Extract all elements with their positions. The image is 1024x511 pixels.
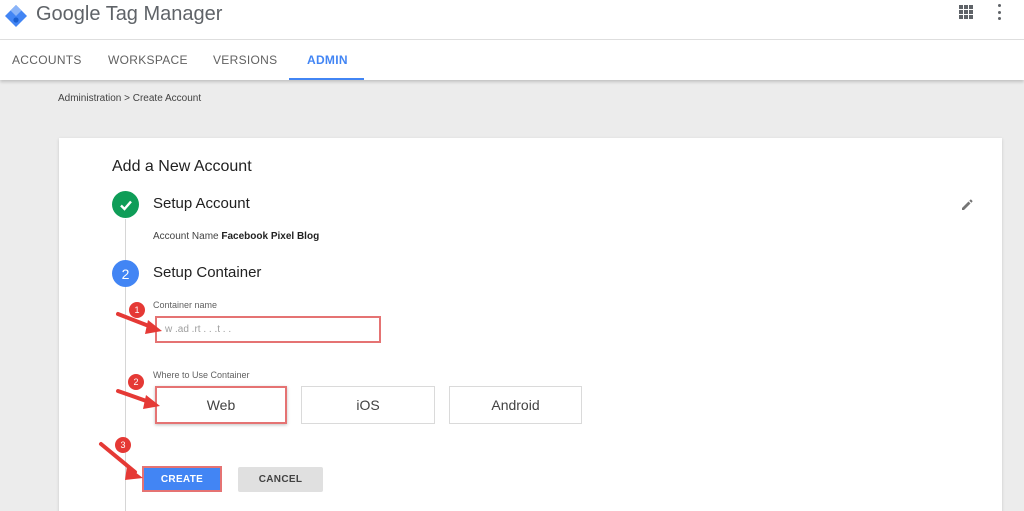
account-name-label: Account Name [153,231,219,242]
cancel-button[interactable]: CANCEL [238,467,323,492]
top-app-bar: Google Tag Manager [0,0,1024,40]
page-title: Add a New Account [112,158,252,175]
where-to-use-label: Where to Use Container [153,370,250,380]
annotation-arrow-2-icon [116,389,160,409]
tab-accounts[interactable]: ACCOUNTS [12,40,82,80]
active-tab-indicator [289,78,364,80]
annotation-arrow-3-icon [99,442,143,480]
tab-workspace[interactable]: WORKSPACE [108,40,188,80]
account-name-value: Facebook Pixel Blog [221,231,320,242]
container-name-input[interactable]: w .ad .rt . . .t . . [155,316,381,343]
platform-option-android[interactable]: Android [449,386,582,424]
step-setup-account-title: Setup Account [153,195,250,212]
edit-pencil-icon[interactable] [960,198,974,212]
more-vert-icon[interactable] [998,4,1002,20]
step-complete-check-icon [112,191,139,218]
tab-admin[interactable]: ADMIN [307,40,348,80]
step-number-badge: 2 [112,260,139,287]
platform-option-web[interactable]: Web [155,386,287,424]
step-setup-container-title: Setup Container [153,264,262,281]
annotation-arrow-1-icon [116,312,162,334]
apps-grid-icon[interactable] [959,5,973,19]
tab-bar: ACCOUNTS WORKSPACE VERSIONS ADMIN [0,40,1024,80]
platform-option-ios[interactable]: iOS [301,386,435,424]
account-name-summary: Account Name Facebook Pixel Blog [153,231,319,242]
create-account-card: Add a New Account Setup Account Account … [59,138,1002,511]
app-title: Google Tag Manager [36,3,223,25]
tab-versions[interactable]: VERSIONS [213,40,277,80]
gtm-logo-icon[interactable] [4,4,28,28]
breadcrumb: Administration > Create Account [58,93,202,104]
